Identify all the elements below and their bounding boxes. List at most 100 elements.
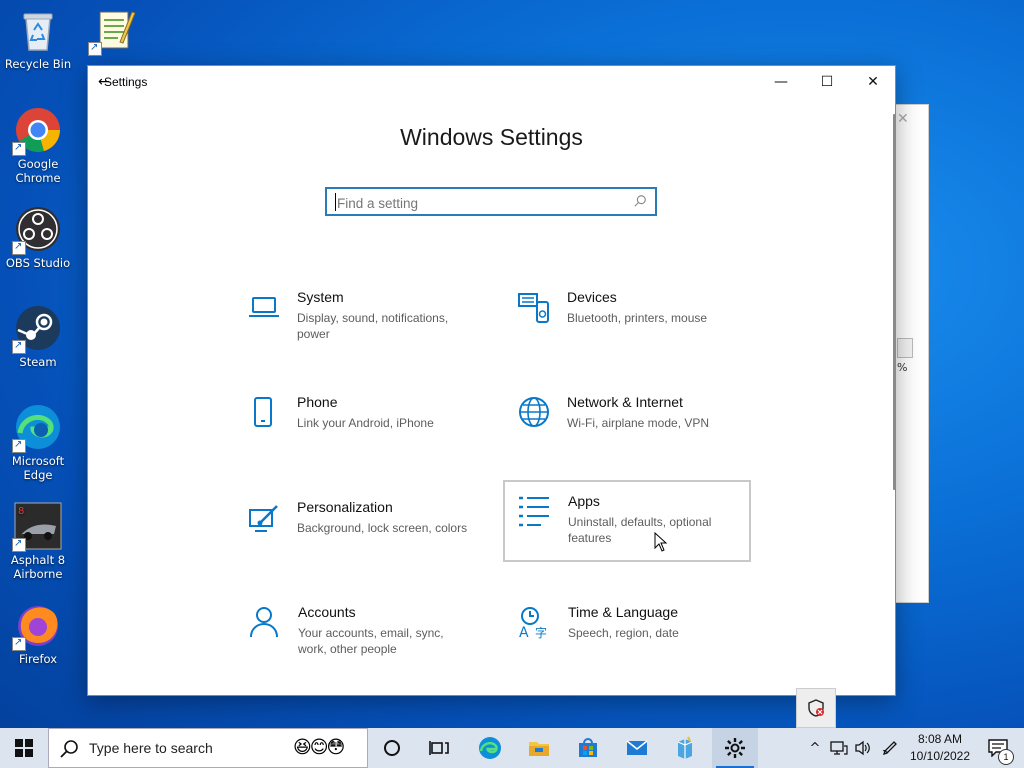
settings-search-box[interactable] <box>325 187 657 216</box>
maximize-button[interactable]: ☐ <box>804 66 850 98</box>
tile-system[interactable]: System Display, sound, notifications, po… <box>241 278 489 360</box>
tile-description: Background, lock screen, colors <box>297 521 468 535</box>
chrome-icon <box>12 106 62 156</box>
desktop-icon-asphalt[interactable]: 8 Asphalt 8 Airborne <box>4 502 72 581</box>
tile-personalization[interactable]: Personalization Background, lock screen,… <box>241 488 489 570</box>
page-title: Windows Settings <box>400 124 583 150</box>
scrollbar[interactable] <box>893 114 896 490</box>
notepad-icon <box>88 6 138 56</box>
taskbar: Type here to search 😆😊😳 ^ 8:08 AM 10/10/… <box>0 728 1024 768</box>
taskbar-edge[interactable] <box>467 728 513 768</box>
taskbar-file-explorer[interactable] <box>516 728 562 768</box>
tile-name: Devices <box>567 289 617 305</box>
taskbar-search-box[interactable]: Type here to search 😆😊😳 <box>48 728 368 768</box>
show-hidden-icons-button[interactable]: ^ <box>806 728 824 768</box>
desktop-icon-label: Steam <box>19 355 57 369</box>
search-icon <box>634 195 646 207</box>
minimize-button[interactable]: — <box>758 66 804 98</box>
paint-icon <box>247 500 281 534</box>
tile-devices[interactable]: Devices Bluetooth, printers, mouse <box>511 278 759 360</box>
tile-name: Apps <box>568 493 600 509</box>
clock-time: 8:08 AM <box>917 732 963 746</box>
task-view-button[interactable] <box>416 728 462 768</box>
background-window-control[interactable] <box>897 338 913 358</box>
file-explorer-icon <box>529 742 549 756</box>
taskbar-search-text: Type here to search <box>89 740 213 756</box>
cortana-button[interactable] <box>369 728 415 768</box>
desktop-icon-label: Asphalt 8 Airborne <box>10 553 66 581</box>
shortcut-arrow-icon <box>12 438 26 453</box>
apps-list-icon <box>517 494 551 528</box>
asphalt-icon: 8 <box>12 502 62 552</box>
pen-workspace-icon[interactable] <box>878 728 902 768</box>
obs-icon <box>12 205 62 255</box>
tile-description: Link your Android, iPhone <box>297 416 434 430</box>
globe-icon <box>517 395 551 429</box>
desktop-icon-label: Microsoft Edge <box>11 454 65 482</box>
taskbar-mail[interactable] <box>614 728 660 768</box>
settings-icon <box>725 738 745 758</box>
volume-icon[interactable] <box>852 728 874 768</box>
taskbar-store[interactable] <box>565 728 611 768</box>
svg-text:A: A <box>519 625 529 639</box>
settings-search-input[interactable] <box>335 193 629 213</box>
tile-name: Phone <box>297 394 338 410</box>
shortcut-arrow-icon <box>88 41 102 56</box>
laptop-icon <box>247 290 281 324</box>
shortcut-arrow-icon <box>12 636 26 651</box>
svg-text:8: 8 <box>18 506 24 517</box>
tile-apps[interactable]: Apps Uninstall, defaults, optional featu… <box>503 480 751 562</box>
shield-icon <box>808 699 824 717</box>
close-button[interactable]: ✕ <box>850 66 896 98</box>
desktop-icon-chrome[interactable]: Google Chrome <box>4 106 72 185</box>
time-language-icon: A字 <box>517 605 551 639</box>
tile-description: Your accounts, email, sync, work, other … <box>298 626 444 656</box>
background-window-percent: % <box>897 361 908 374</box>
network-icon[interactable] <box>828 728 850 768</box>
windows-logo-icon <box>15 739 33 757</box>
tile-description: Uninstall, defaults, optional features <box>568 515 712 545</box>
tile-description: Display, sound, notifications, power <box>297 311 449 341</box>
svg-text:字: 字 <box>535 625 547 639</box>
tile-name: System <box>297 289 344 305</box>
tile-time-language[interactable]: A字 Time & Language Speech, region, date <box>511 593 759 675</box>
desktop-icon-obs[interactable]: OBS Studio <box>4 205 72 270</box>
shortcut-arrow-icon <box>12 240 26 255</box>
shortcut-arrow-icon <box>12 339 26 354</box>
tile-description: Wi-Fi, airplane mode, VPN <box>567 416 710 430</box>
desktop-icon-firefox[interactable]: Firefox <box>4 601 72 666</box>
tile-description: Speech, region, date <box>568 626 679 640</box>
start-button[interactable] <box>0 728 48 768</box>
phone-icon <box>247 395 281 429</box>
taskbar-settings[interactable] <box>712 728 758 768</box>
desktop-icon-edge[interactable]: Microsoft Edge <box>4 403 72 482</box>
edge-icon <box>12 403 62 453</box>
desktop-icon-label: OBS Studio <box>5 256 71 270</box>
tile-description: Bluetooth, printers, mouse <box>567 311 708 325</box>
tile-name: Network & Internet <box>567 394 683 410</box>
background-window-close-icon[interactable]: ✕ <box>897 111 909 127</box>
task-view-icon <box>429 741 449 755</box>
tile-name: Personalization <box>297 499 393 515</box>
desktop-icon-notepad[interactable] <box>80 6 148 57</box>
clock-date: 10/10/2022 <box>909 749 971 763</box>
settings-window: ← Settings — ☐ ✕ Windows Settings System… <box>87 65 896 696</box>
title-bar[interactable]: ← Settings — ☐ ✕ <box>88 66 895 98</box>
taskbar-clock[interactable]: 8:08 AM 10/10/2022 <box>906 731 974 765</box>
desktop-icon-steam[interactable]: Steam <box>4 304 72 369</box>
tile-network[interactable]: Network & Internet Wi-Fi, airplane mode,… <box>511 383 759 465</box>
action-center-button[interactable]: 1 <box>978 728 1018 768</box>
desktop-icon-recycle-bin[interactable]: Recycle Bin <box>4 6 72 71</box>
security-alert-popup[interactable] <box>796 688 836 728</box>
tile-accounts[interactable]: Accounts Your accounts, email, sync, wor… <box>241 593 489 675</box>
shortcut-arrow-icon <box>12 537 26 552</box>
tile-phone[interactable]: Phone Link your Android, iPhone <box>241 383 489 465</box>
cortana-icon <box>384 740 400 756</box>
recycle-bin-icon <box>14 6 62 54</box>
window-title: Settings <box>104 75 148 89</box>
search-highlight-emoji: 😆😊😳 <box>293 737 345 758</box>
edge-icon <box>479 737 501 759</box>
mail-icon <box>626 740 648 755</box>
taskbar-package-app[interactable] <box>662 728 708 768</box>
text-caret <box>335 193 336 211</box>
